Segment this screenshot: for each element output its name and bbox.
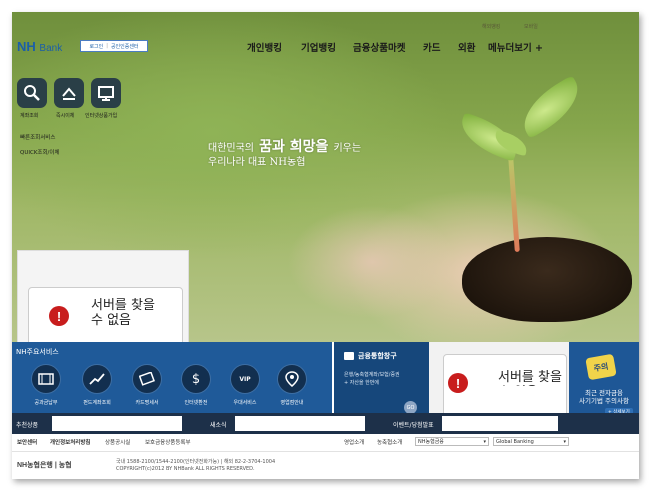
- promo-line2: 사기기법 주의사항: [579, 397, 629, 405]
- notice-label: 새소식: [210, 422, 227, 429]
- global-banking-select[interactable]: Global Banking ▾: [493, 437, 569, 446]
- footer-phone: 국내 1588-2100/1544-2100(인터넷전화가능) | 해외 82-…: [116, 459, 276, 465]
- vip-service-button[interactable]: VIP: [230, 364, 260, 394]
- nav-corporate[interactable]: 기업뱅킹: [301, 40, 336, 54]
- footer-divider: [12, 451, 639, 452]
- service-label: 영업점안내: [280, 400, 304, 406]
- financial-desc-line2: + 자산을 한번에: [344, 380, 379, 386]
- event-label: 이벤트/당첨발표: [393, 422, 434, 429]
- fund-inquiry-button[interactable]: [82, 364, 112, 394]
- chevron-down-icon: ▾: [563, 438, 566, 445]
- recommend-label: 추천상품: [16, 422, 39, 429]
- cert-center-link[interactable]: 공인인증센터: [111, 43, 139, 50]
- internet-product-button[interactable]: [91, 78, 121, 108]
- login-box: 로그인 | 공인인증센터: [80, 40, 148, 52]
- news-strip: 추천상품 새소식 이벤트/당첨발표: [12, 413, 639, 434]
- nav-forex[interactable]: 외환: [458, 40, 475, 54]
- transfer-icon: [62, 87, 76, 100]
- logo-mark: NH: [17, 39, 36, 54]
- promo-text: 최근 전자금융 사기기법 주의사항: [571, 389, 637, 405]
- chevron-down-icon: ▾: [483, 438, 486, 445]
- error-icon: !: [49, 306, 69, 326]
- financial-desc-line1: 은행/농축협계좌/보험/증권: [344, 372, 400, 378]
- error-icon: !: [448, 373, 468, 393]
- card-icon: [139, 372, 155, 386]
- fast-inquiry-link[interactable]: 빠른조회서비스: [20, 133, 55, 141]
- nh-finance-select[interactable]: NH농협금융 ▾: [415, 437, 489, 446]
- service-label: 인터넷환전: [184, 400, 208, 406]
- transfer-button[interactable]: [54, 78, 84, 108]
- mobile-link[interactable]: 모바일: [524, 23, 538, 30]
- services-title: NH주요서비스: [16, 348, 59, 356]
- folder-icon: [344, 352, 354, 360]
- financial-title: 금융통합창구: [358, 352, 397, 360]
- security-center-link[interactable]: 보안센터: [17, 438, 37, 446]
- chart-icon: [89, 373, 105, 385]
- footer-address: 국내 1588-2100/1544-2100(인터넷전화가능) | 해외 82-…: [116, 459, 275, 473]
- nav-card[interactable]: 카드: [423, 40, 440, 54]
- product-disclosure-link[interactable]: 상품공시실: [105, 438, 130, 446]
- divider: |: [106, 43, 108, 49]
- tagline-suffix: 키우는: [333, 143, 362, 154]
- financial-desc: 은행/농축협계좌/보험/증권 + 자산을 한번에: [344, 371, 400, 387]
- nav-personal[interactable]: 개인뱅킹: [247, 40, 282, 54]
- bill-payment-button[interactable]: [31, 364, 61, 394]
- search-icon: [24, 85, 40, 101]
- protected-products-link[interactable]: 보호금융상품등록부: [145, 438, 191, 446]
- quick-label: 계좌조회: [20, 113, 39, 119]
- nav-products[interactable]: 금융상품마켓: [353, 40, 405, 54]
- main-services-panel: NH주요서비스 $ VIP 공과금납부 펀드계좌조회 카드명세서 인터넷환전 우…: [12, 342, 332, 422]
- dollar-icon: $: [191, 371, 201, 387]
- quick-label: 인터넷상품가입: [85, 113, 118, 119]
- soil-image: [462, 237, 632, 322]
- service-label: 우대서비스: [233, 400, 257, 406]
- account-inquiry-button[interactable]: [17, 78, 47, 108]
- nav-more[interactable]: 메뉴더보기 +: [488, 40, 543, 54]
- exchange-button[interactable]: $: [181, 364, 211, 394]
- monitor-icon: [98, 86, 114, 101]
- vip-icon: VIP: [239, 375, 251, 383]
- promo-line1: 최근 전자금융: [585, 389, 623, 397]
- logo-sub: Bank: [39, 43, 63, 54]
- film-icon: [38, 373, 54, 385]
- select-value: NH농협금융: [418, 439, 444, 445]
- browser-frame: NH Bank 로그인 | 공인인증센터 해외뱅킹 모바일 개인뱅킹 기업뱅킹 …: [12, 12, 639, 479]
- coop-intro-link[interactable]: 농축협소개: [377, 438, 402, 446]
- map-pin-icon: [285, 371, 299, 387]
- security-notice-banner[interactable]: 주의 최근 전자금융 사기기법 주의사항 + 상세보기: [569, 342, 639, 422]
- footer-logo: NH농협은행 | 농협: [17, 462, 72, 469]
- right-widget-panel: ! 서버를 찾을 수 없음: [429, 342, 569, 434]
- privacy-policy-link[interactable]: 개인정보처리방침: [50, 438, 90, 446]
- warning-badge-icon: 주의: [585, 353, 617, 381]
- error-frame: ! 서버를 찾을 수 없음: [28, 287, 183, 347]
- notice-box[interactable]: [235, 416, 365, 431]
- service-label: 카드명세서: [135, 400, 159, 406]
- quick-inquiry-link[interactable]: QUICK조회/이체: [20, 148, 60, 156]
- overseas-banking-link[interactable]: 해외뱅킹: [482, 23, 500, 30]
- hero-tagline-line2: 우리나라 대표 NH농협: [208, 157, 306, 168]
- footer-copyright: COPYRIGHT(c)2012 BY NHBank ALL RIGHTS RE…: [116, 466, 255, 472]
- event-box[interactable]: [442, 416, 558, 431]
- business-intro-link[interactable]: 영업소개: [344, 438, 364, 446]
- card-statement-button[interactable]: [132, 364, 162, 394]
- left-widget-panel: ! 서버를 찾을 수 없음: [17, 250, 189, 347]
- service-label: 공과금납부: [34, 400, 58, 406]
- quick-label: 즉시이체: [56, 113, 75, 119]
- branch-guide-button[interactable]: [277, 364, 307, 394]
- error-message: 서버를 찾을 수 없음: [91, 298, 155, 328]
- error-message: 서버를 찾을 수 없음: [498, 370, 562, 386]
- recommend-box[interactable]: [52, 416, 182, 431]
- nh-logo[interactable]: NH Bank: [17, 39, 62, 54]
- login-link[interactable]: 로그인: [89, 43, 103, 50]
- select-value: Global Banking: [496, 438, 534, 445]
- service-label: 펀드계좌조회: [83, 400, 111, 406]
